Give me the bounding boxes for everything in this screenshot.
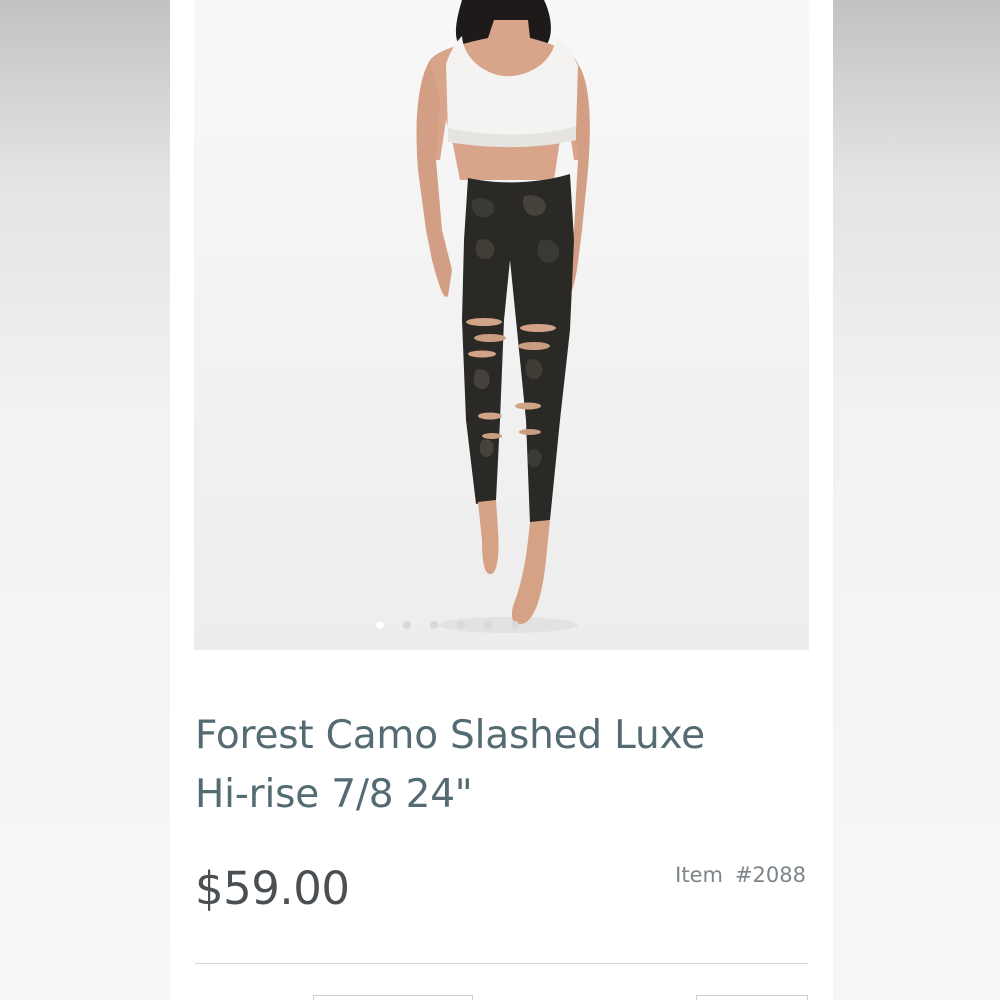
product-title-line2: Hi-rise 7/8 24" (195, 772, 473, 817)
carousel-dot-6[interactable] (511, 621, 519, 629)
item-number-value: #2088 (734, 863, 806, 887)
option-button-right[interactable] (696, 995, 808, 1000)
carousel-dot-2[interactable] (403, 621, 411, 629)
carousel-dot-3[interactable] (430, 621, 438, 629)
option-button-left[interactable] (313, 995, 473, 1000)
carousel-dot-1[interactable] (376, 621, 384, 629)
item-number: Item #2088 (675, 863, 806, 887)
model-illustration (416, 0, 590, 633)
product-title: Forest Camo Slashed Luxe Hi-rise 7/8 24" (195, 706, 820, 824)
item-label: Item (675, 863, 723, 887)
product-title-line1: Forest Camo Slashed Luxe (195, 713, 705, 758)
section-divider (195, 963, 808, 964)
carousel-dot-4[interactable] (457, 621, 465, 629)
product-image[interactable] (194, 0, 809, 650)
product-card: Forest Camo Slashed Luxe Hi-rise 7/8 24"… (170, 0, 833, 1000)
carousel-dot-5[interactable] (484, 621, 492, 629)
image-carousel-dots (170, 621, 755, 629)
product-price: $59.00 (195, 862, 350, 915)
